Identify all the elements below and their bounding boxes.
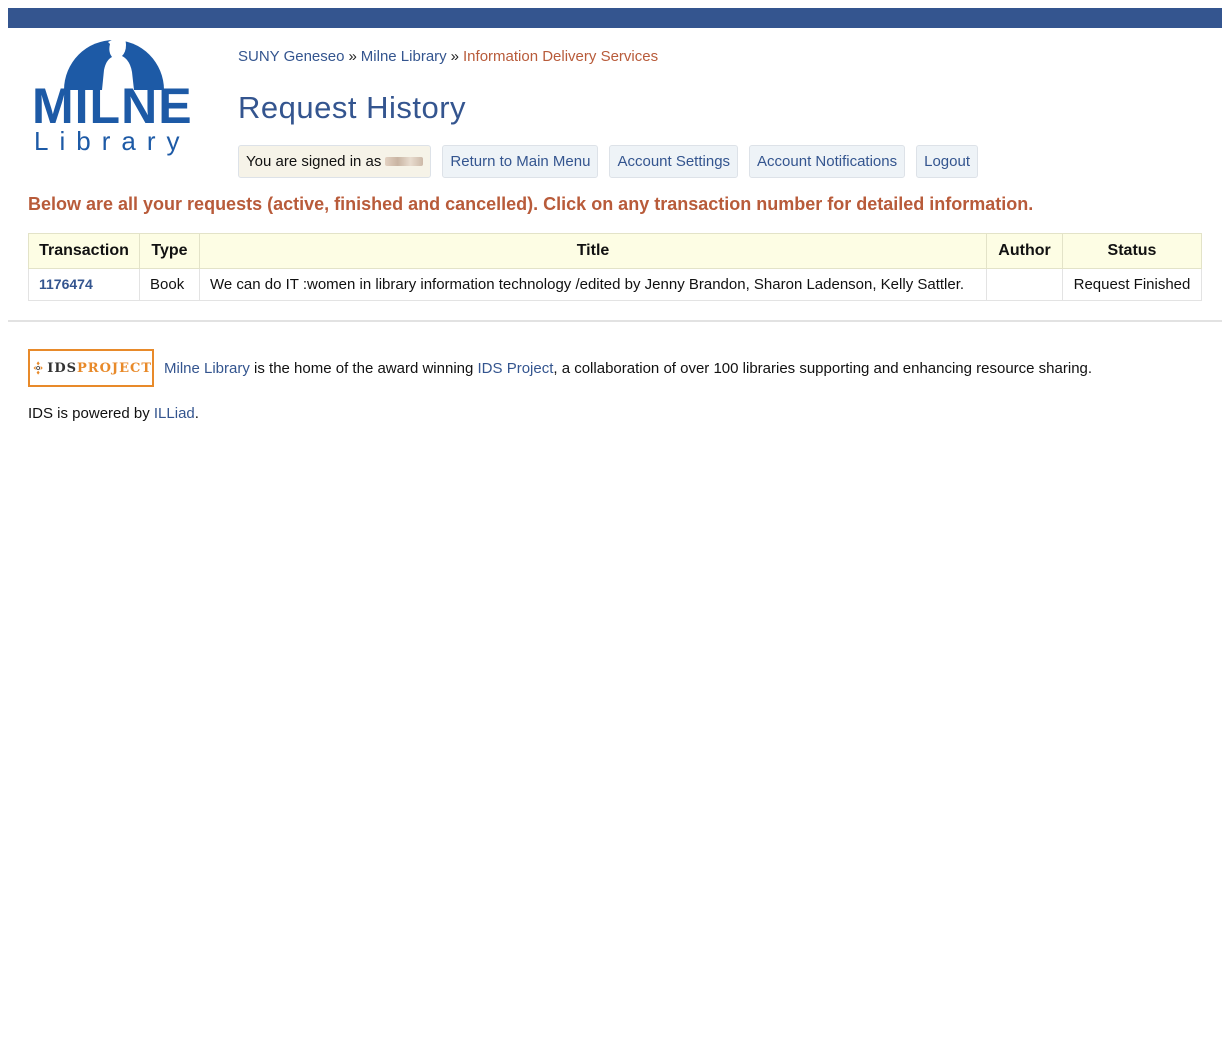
type-cell: Book	[139, 268, 200, 301]
column-header-author[interactable]: Author	[986, 233, 1063, 269]
signed-in-label: You are signed in as	[246, 153, 382, 170]
column-header-type[interactable]: Type	[139, 233, 200, 269]
column-header-transaction[interactable]: Transaction	[28, 233, 140, 269]
section-divider	[8, 320, 1222, 322]
page-title: Request History	[238, 90, 467, 125]
status-cell: Request Finished	[1062, 268, 1202, 301]
ids-project-logo[interactable]: IDSPROJECT	[28, 349, 154, 387]
breadcrumb-suny-geneseo[interactable]: SUNY Geneseo	[238, 48, 344, 65]
title-cell: We can do IT :women in library informati…	[199, 268, 987, 301]
transaction-number-link[interactable]: 1176474	[39, 276, 93, 292]
powered-by-suffix: .	[194, 405, 199, 422]
top-banner-bar	[8, 8, 1222, 28]
footer-text-2: , a collaboration of over 100 libraries …	[553, 359, 1093, 377]
milne-library-logo[interactable]: MILNE Library	[30, 30, 205, 156]
signed-in-indicator: You are signed in as	[238, 145, 432, 178]
footer-ids-info: IDSPROJECT Milne Library is the home of …	[28, 348, 1092, 388]
account-nav: You are signed in as Return to Main Menu…	[238, 145, 979, 178]
ids-project-link[interactable]: IDS Project	[478, 360, 554, 377]
redacted-username	[385, 157, 424, 166]
logout-button[interactable]: Logout	[916, 145, 979, 178]
return-to-main-menu-button[interactable]: Return to Main Menu	[442, 145, 599, 178]
logo-library-text: Library	[34, 126, 191, 156]
powered-by-prefix: IDS is powered by	[28, 405, 154, 422]
account-notifications-button[interactable]: Account Notifications	[749, 145, 906, 178]
footer-blurb: Milne Library is the home of the award w…	[164, 360, 1092, 377]
request-history-table: Transaction Type Title Author Status 117…	[28, 233, 1202, 301]
milne-library-link[interactable]: Milne Library	[164, 360, 250, 377]
powered-by-line: IDS is powered by ILLiad.	[28, 405, 199, 422]
breadcrumb-separator: »	[348, 48, 357, 65]
breadcrumb-separator: »	[450, 48, 460, 65]
breadcrumb-milne-library[interactable]: Milne Library	[361, 48, 447, 65]
author-cell	[986, 268, 1063, 301]
footer-text-1: is the home of the award winning	[249, 359, 478, 377]
ids-project-logo-text: IDSPROJECT	[47, 360, 152, 376]
illiad-link[interactable]: ILLiad	[154, 405, 195, 422]
column-header-status[interactable]: Status	[1062, 233, 1202, 269]
table-row: 1176474 Book We can do IT :women in libr…	[28, 268, 1202, 301]
ids-project-icon	[33, 361, 43, 375]
breadcrumb-current: Information Delivery Services	[463, 48, 659, 65]
account-settings-button[interactable]: Account Settings	[609, 145, 739, 178]
breadcrumb: SUNY Geneseo» Milne Library» Information D…	[238, 48, 658, 65]
column-header-title[interactable]: Title	[199, 233, 987, 269]
table-header-row: Transaction Type Title Author Status	[28, 233, 1202, 269]
intro-text: Below are all your requests (active, fin…	[28, 194, 1034, 214]
transaction-cell: 1176474	[28, 268, 140, 301]
